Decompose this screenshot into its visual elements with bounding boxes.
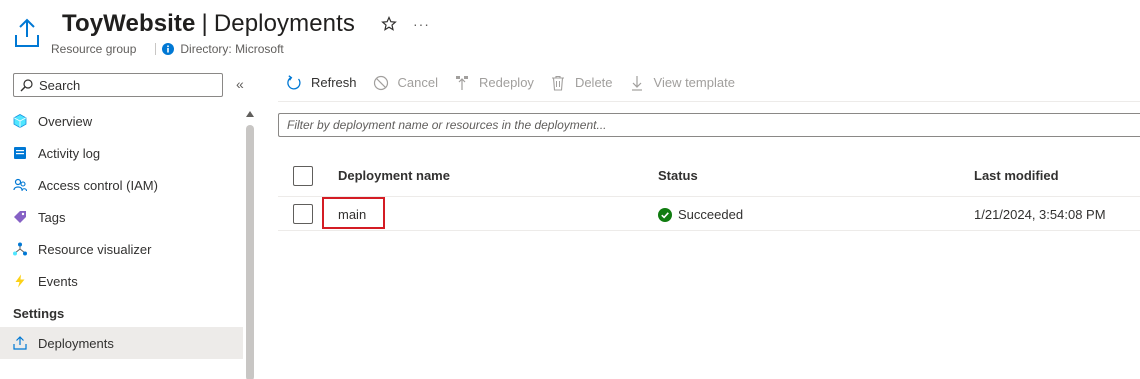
sidebar-item-access-control[interactable]: Access control (IAM)	[0, 169, 243, 201]
search-icon	[20, 78, 33, 91]
column-header-status[interactable]: Status	[658, 168, 698, 183]
refresh-icon	[286, 74, 302, 91]
trash-icon	[550, 75, 566, 91]
sidebar-item-label: Access control (IAM)	[38, 177, 158, 193]
page-name: Deployments	[213, 10, 355, 37]
sidebar-item-resource-visualizer[interactable]: Resource visualizer	[0, 233, 243, 265]
activity-log-icon	[13, 146, 27, 160]
delete-label: Delete	[574, 75, 613, 90]
scroll-up-arrow-icon[interactable]	[246, 111, 254, 117]
sidebar-item-label: Tags	[38, 209, 66, 225]
collapse-sidebar-icon[interactable]: «	[236, 77, 244, 91]
sidebar-scrollbar[interactable]	[243, 105, 256, 379]
sidebar-item-label: Activity log	[38, 145, 101, 161]
refresh-label: Refresh	[311, 75, 357, 90]
success-check-icon	[658, 207, 672, 222]
view-template-label: View template	[653, 75, 735, 90]
more-options-icon[interactable]: ···	[413, 17, 430, 31]
deploy-icon	[15, 18, 39, 47]
deploy-icon	[13, 336, 27, 350]
sidebar-search-input[interactable]: Search	[13, 73, 223, 97]
redeploy-icon	[454, 75, 470, 91]
star-icon[interactable]	[381, 16, 397, 32]
status-cell: Succeeded	[658, 207, 743, 222]
sidebar-item-label: Resource visualizer	[38, 241, 152, 257]
sidebar-item-deployments[interactable]: Deployments	[0, 327, 243, 359]
sidebar: Search « Overview Activity log Access co…	[0, 64, 256, 379]
tag-icon	[13, 210, 27, 224]
row-checkbox[interactable]	[293, 204, 313, 224]
command-bar: Refresh Cancel Redeploy Delete View temp…	[278, 64, 1140, 102]
page-header: ToyWebsite | Deployments ··· Resource grou…	[0, 0, 1140, 64]
directory-label: Directory: Microsoft	[180, 42, 284, 56]
table-row: main Succeeded 1/21/2024, 3:54:08 PM	[278, 197, 1140, 231]
sidebar-item-label: Events	[38, 273, 78, 289]
page-title: ToyWebsite | Deployments	[62, 10, 355, 38]
cancel-button[interactable]: Cancel	[373, 75, 438, 91]
redeploy-label: Redeploy	[479, 75, 534, 90]
column-header-name[interactable]: Deployment name	[338, 168, 450, 183]
sidebar-section-settings: Settings	[13, 306, 65, 321]
download-icon	[629, 75, 645, 91]
lightning-icon	[13, 274, 27, 288]
status-text: Succeeded	[678, 207, 744, 222]
deployments-table: Deployment name Status Last modified mai…	[278, 158, 1140, 231]
scrollbar-thumb[interactable]	[246, 125, 254, 379]
sidebar-item-events[interactable]: Events	[0, 265, 243, 297]
delete-button[interactable]: Delete	[550, 75, 613, 91]
refresh-button[interactable]: Refresh	[278, 74, 357, 91]
view-template-button[interactable]: View template	[629, 75, 735, 91]
sidebar-item-label: Deployments	[38, 335, 114, 351]
sidebar-item-label: Overview	[38, 113, 93, 129]
overview-icon	[13, 114, 27, 128]
main-content: Refresh Cancel Redeploy Delete View temp…	[278, 64, 1140, 379]
sidebar-nav: Overview Activity log Access control (IA…	[0, 105, 243, 359]
visualizer-icon	[13, 242, 27, 256]
redeploy-button[interactable]: Redeploy	[454, 75, 534, 91]
cancel-label: Cancel	[397, 75, 438, 90]
cancel-icon	[373, 75, 389, 91]
table-header-row: Deployment name Status Last modified	[278, 158, 1140, 197]
column-header-last-modified[interactable]: Last modified	[974, 168, 1059, 183]
search-placeholder: Search	[39, 77, 81, 93]
resource-type-label: Resource group	[51, 42, 137, 56]
title-separator: |	[201, 10, 208, 37]
people-icon	[13, 178, 27, 192]
resource-name: ToyWebsite	[62, 10, 196, 37]
deployment-filter-input[interactable]: Filter by deployment name or resources i…	[278, 113, 1140, 137]
sidebar-item-overview[interactable]: Overview	[0, 105, 243, 137]
info-icon	[162, 43, 175, 55]
subtitle-divider	[155, 43, 157, 55]
sidebar-item-tags[interactable]: Tags	[0, 201, 243, 233]
deployment-name-link[interactable]: main	[338, 207, 366, 222]
sidebar-item-activity-log[interactable]: Activity log	[0, 137, 243, 169]
last-modified-value: 1/21/2024, 3:54:08 PM	[974, 207, 1106, 222]
select-all-checkbox[interactable]	[293, 166, 313, 186]
